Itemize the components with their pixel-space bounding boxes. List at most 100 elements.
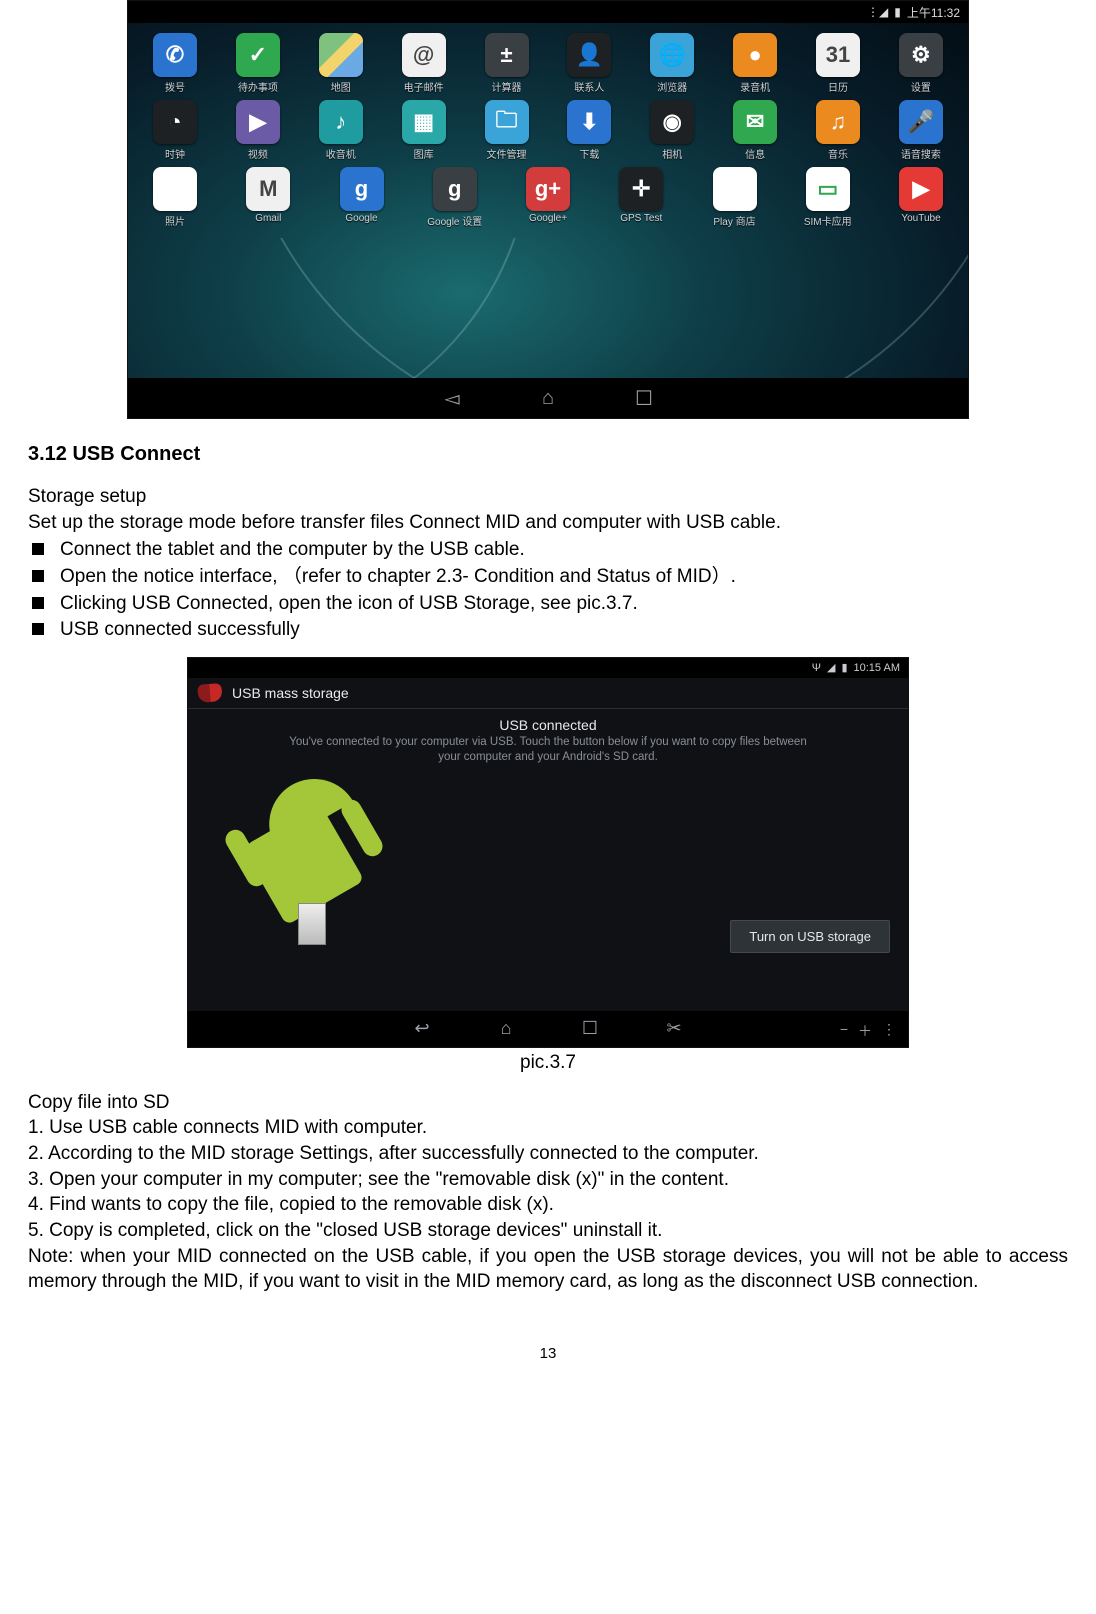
app-downloads[interactable]: ⬇下载 [552,100,626,161]
app-label: 拨号 [165,79,185,94]
app-label: 照片 [165,213,185,228]
app-label: 图库 [414,146,434,161]
app-settings[interactable]: ⚙设置 [884,33,958,94]
app-label: Play 商店 [713,213,755,228]
app-voice[interactable]: 🎤 语音搜索 [884,100,958,161]
app-email[interactable]: @ 电子邮件 [387,33,461,94]
title-bar: USB mass storage [188,678,908,709]
gmail-icon: M [246,167,290,211]
screenshot-icon[interactable]: ✂ [662,1017,686,1041]
nav-back-icon[interactable]: ↩ [410,1017,434,1041]
volume-up-icon[interactable]: ＋ [858,1021,872,1041]
app-label: 收音机 [326,146,356,161]
figure-caption: pic.3.7 [28,1052,1068,1074]
step: 1. Use USB cable connects MID with compu… [28,1115,1068,1141]
turn-on-usb-storage-button[interactable]: Turn on USB storage [730,920,890,953]
app-gps-test[interactable]: ✛GPS Test [604,167,678,228]
app-label: 信息 [745,146,765,161]
nav-recent-icon[interactable]: ☐ [578,1017,602,1041]
wifi-icon: ◢ [827,661,835,674]
app-fm[interactable]: ♪收音机 [304,100,378,161]
app-google[interactable]: gGoogle [325,167,399,228]
nav-recent-icon[interactable]: ☐ [631,385,657,411]
app-photos[interactable]: ✿ 照片 [138,167,212,228]
app-clock[interactable]: ◔时钟 [138,100,212,161]
clock-icon: ◔ [153,100,197,144]
menu-icon[interactable]: ⋮ [882,1021,896,1041]
google-settings-icon: g [433,167,477,211]
usb-connected-heading: USB connected [202,717,894,733]
app-messages[interactable]: ✉ 信息 [718,100,792,161]
battery-icon: ▮ [894,5,901,19]
app-files[interactable]: 🗀 文件管理 [470,100,544,161]
app-browser[interactable]: 🌐浏览器 [635,33,709,94]
nav-home-icon[interactable]: ⌂ [494,1017,518,1041]
app-label: SIM卡应用 [804,213,852,228]
bullet-list: Connect the tablet and the computer by t… [28,537,1068,643]
app-gallery[interactable]: ▦ 图库 [387,100,461,161]
google-plus-icon: g+ [526,167,570,211]
app-calendar[interactable]: 31日历 [801,33,875,94]
audio-rec-icon: ● [733,33,777,77]
todo-icon: ✓ [236,33,280,77]
android-usb-illustration [224,775,404,945]
nav-home-icon[interactable]: ⌂ [535,385,561,411]
title-text: USB mass storage [232,685,349,701]
app-phone[interactable]: ✆ 拨号 [138,33,212,94]
app-label: Gmail [255,213,281,224]
files-icon: 🗀 [485,100,529,144]
maps-icon [319,33,363,77]
nav-bar: ◅ ⌂ ☐ [128,378,968,418]
music-icon: ♫ [816,100,860,144]
app-label: 下载 [579,146,599,161]
app-play-store[interactable]: ▶Play 商店 [698,167,772,228]
app-maps[interactable]: 地图 [304,33,378,94]
app-label: Google+ [529,213,567,224]
step: 5. Copy is completed, click on the "clos… [28,1218,1068,1244]
bullet-item: USB connected successfully [28,617,1068,643]
browser-icon: 🌐 [650,33,694,77]
step: 4. Find wants to copy the file, copied t… [28,1192,1068,1218]
app-youtube[interactable]: ▶YouTube [884,167,958,228]
app-label: Google 设置 [427,213,482,228]
app-todo[interactable]: ✓待办事项 [221,33,295,94]
app-gmail[interactable]: M Gmail [231,167,305,228]
screenshot-home: ⋮◢ ▮ 上午11:32 ✆ 拨号 ✓待办事项地图 @ 电子邮件 ± 计算器 👤联系人🌐浏览器… [127,0,969,419]
android-icon [197,683,222,703]
gallery-icon: ▦ [402,100,446,144]
app-label: 电子邮件 [404,79,444,94]
email-icon: @ [402,33,446,77]
app-label: 文件管理 [487,146,527,161]
voice-icon: 🎤 [899,100,943,144]
camera-icon: ◉ [650,100,694,144]
app-label: 语音搜索 [901,146,941,161]
status-time: 上午11:32 [907,4,960,21]
app-contacts[interactable]: 👤联系人 [552,33,626,94]
app-video[interactable]: ▶视频 [221,100,295,161]
photos-icon: ✿ [153,167,197,211]
volume-down-icon[interactable]: − [840,1021,848,1041]
wifi-icon: ⋮◢ [867,5,888,19]
phone-icon: ✆ [153,33,197,77]
calculator-icon: ± [485,33,529,77]
app-label: Google [345,213,377,224]
sim-apps-icon: ▭ [806,167,850,211]
app-label: 计算器 [492,79,522,94]
app-audio-rec[interactable]: ● 录音机 [718,33,792,94]
wallpaper [128,238,968,378]
app-google-plus[interactable]: g+ Google+ [511,167,585,228]
app-music[interactable]: ♫音乐 [801,100,875,161]
app-calculator[interactable]: ± 计算器 [470,33,544,94]
copy-file-title: Copy file into SD [28,1090,1068,1116]
nav-back-icon[interactable]: ◅ [439,385,465,411]
app-label: 录音机 [740,79,770,94]
storage-setup-line: Set up the storage mode before transfer … [28,510,1068,536]
status-bar: Ψ ◢ ▮ 10:15 AM [188,658,908,678]
app-google-settings[interactable]: g Google 设置 [418,167,492,228]
calendar-icon: 31 [816,33,860,77]
messages-icon: ✉ [733,100,777,144]
usb-status-icon: Ψ [812,662,821,674]
app-camera[interactable]: ◉相机 [635,100,709,161]
app-sim-apps[interactable]: ▭ SIM卡应用 [791,167,865,228]
bullet-item: Clicking USB Connected, open the icon of… [28,591,1068,617]
